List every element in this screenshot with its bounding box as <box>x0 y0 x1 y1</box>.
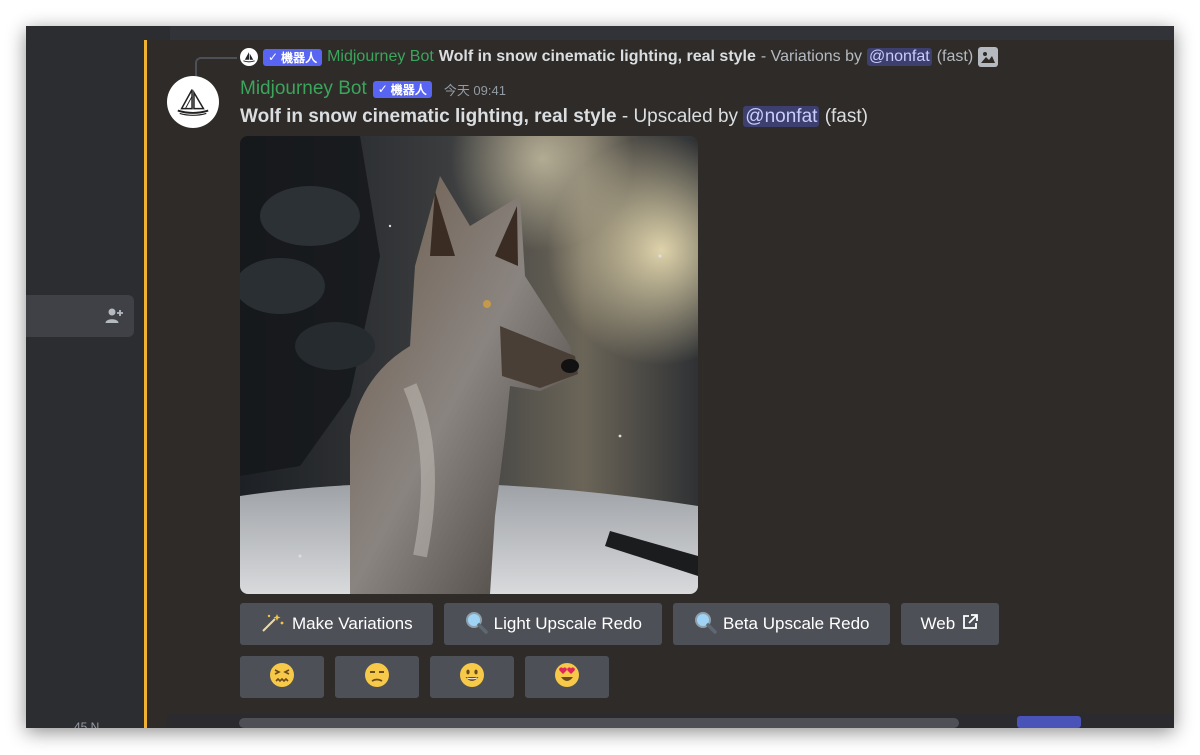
bot-avatar[interactable] <box>167 76 219 128</box>
light-upscale-redo-button[interactable]: Light Upscale Redo <box>443 603 663 645</box>
web-button[interactable]: Web <box>900 603 1000 645</box>
message-prompt: Wolf in snow cinematic lighting, real st… <box>240 106 617 127</box>
add-member-icon[interactable] <box>104 306 124 331</box>
next-message-text <box>239 718 959 728</box>
check-icon: ✓ <box>268 50 279 64</box>
discord-window: 45 N ✓ 機器人 Midjourney Bot Wolf in snow c… <box>26 26 1174 728</box>
check-icon: ✓ <box>377 82 388 96</box>
web-label: Web <box>920 614 956 633</box>
sidebar-channel-row[interactable] <box>26 295 134 337</box>
message-area: ✓ 機器人 Midjourney Bot Wolf in snow cinema… <box>144 40 1174 728</box>
bot-mini-avatar[interactable] <box>240 48 258 66</box>
message-content: Wolf in snow cinematic lighting, real st… <box>240 106 868 128</box>
reaction-buttons <box>240 656 609 698</box>
reply-bot-name[interactable]: Midjourney Bot <box>327 48 434 66</box>
sparkle-wand-icon <box>260 611 286 638</box>
heart-eyes-face-icon <box>554 662 580 693</box>
message-suffix: - Upscaled by <box>621 106 739 127</box>
reaction-confounded-button[interactable] <box>240 656 324 698</box>
make-variations-button[interactable]: Make Variations <box>240 603 433 645</box>
bot-badge: ✓ 機器人 <box>372 80 432 98</box>
reply-reference[interactable]: ✓ 機器人 Midjourney Bot Wolf in snow cinema… <box>240 47 999 67</box>
message-speed: (fast) <box>824 106 868 127</box>
action-buttons: Make Variations Light Upscale Redo Beta … <box>240 603 1000 645</box>
light-upscale-redo-label: Light Upscale Redo <box>493 614 643 633</box>
timestamp[interactable]: 今天 09:41 <box>444 80 506 99</box>
beta-upscale-redo-button[interactable]: Beta Upscale Redo <box>673 603 890 645</box>
image-attachment-icon[interactable] <box>978 47 999 67</box>
reaction-heart-eyes-button[interactable] <box>525 656 609 698</box>
magnifier-icon <box>464 610 488 639</box>
username[interactable]: Midjourney Bot <box>240 78 367 100</box>
reaction-grinning-button[interactable] <box>430 656 514 698</box>
make-variations-label: Make Variations <box>292 614 413 633</box>
reply-suffix: - Variations by <box>760 48 862 65</box>
reply-speed: (fast) <box>936 48 974 65</box>
next-message-mention <box>1017 716 1081 728</box>
reply-prompt: Wolf in snow cinematic lighting, real st… <box>438 48 756 65</box>
message-mention[interactable]: @nonfat <box>743 106 820 127</box>
reaction-unamused-button[interactable] <box>335 656 419 698</box>
unamused-face-icon <box>364 662 390 693</box>
grinning-face-icon <box>459 662 485 693</box>
next-message-preview <box>167 714 1174 728</box>
member-count: 45 N <box>74 720 100 728</box>
beta-upscale-redo-label: Beta Upscale Redo <box>723 614 870 633</box>
confounded-face-icon <box>269 662 295 693</box>
magnifier-icon <box>693 610 717 639</box>
external-link-icon <box>961 613 979 636</box>
bot-badge: ✓ 機器人 <box>263 48 323 66</box>
reply-mention[interactable]: @nonfat <box>866 48 932 66</box>
wolf-image[interactable] <box>240 136 698 594</box>
message-header: Midjourney Bot ✓ 機器人 今天 09:41 <box>240 78 506 100</box>
